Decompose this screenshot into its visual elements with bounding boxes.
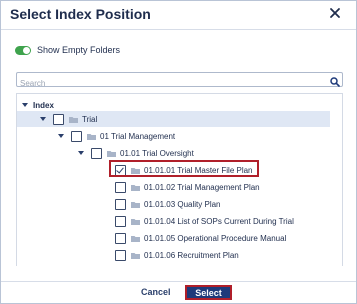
chevron-down-icon[interactable] xyxy=(78,151,84,155)
tree-node-label: 01.01 Trial Oversight xyxy=(120,148,194,158)
show-empty-folders-label: Show Empty Folders xyxy=(37,45,121,55)
folder-icon xyxy=(131,167,140,174)
tree-node-trial-master-file-plan[interactable]: 01.01.01 Trial Master File Plan xyxy=(115,162,253,178)
search-box xyxy=(16,72,343,89)
tree-node-label: 01.01.03 Quality Plan xyxy=(144,199,221,209)
search-icon[interactable] xyxy=(330,74,340,87)
chevron-down-icon[interactable] xyxy=(58,134,64,138)
tree-root-label: Index xyxy=(33,100,54,110)
folder-icon xyxy=(131,252,140,259)
toggle-knob xyxy=(23,46,30,54)
index-tree: Index Trial 01 Trial Management 01.01 Tr… xyxy=(16,93,343,266)
checkbox[interactable] xyxy=(53,113,64,125)
tree-node-quality-plan[interactable]: 01.01.03 Quality Plan xyxy=(115,196,221,212)
cancel-button[interactable]: Cancel xyxy=(141,287,171,297)
tree-node-label: 01.01.01 Trial Master File Plan xyxy=(144,165,253,175)
close-icon[interactable] xyxy=(328,6,342,20)
folder-icon xyxy=(131,218,140,225)
show-empty-folders-toggle[interactable] xyxy=(15,45,31,55)
folder-icon xyxy=(87,133,96,140)
tree-node-trial-management-plan[interactable]: 01.01.02 Trial Management Plan xyxy=(115,179,260,195)
tree-node-trial[interactable]: Trial xyxy=(17,111,330,127)
show-empty-folders-row: Show Empty Folders xyxy=(15,43,120,57)
tree-node-operational-procedure-manual[interactable]: 01.01.05 Operational Procedure Manual xyxy=(115,230,286,246)
tree-node-label: 01.01.02 Trial Management Plan xyxy=(144,182,260,192)
tree-node-trial-management[interactable]: 01 Trial Management xyxy=(58,128,175,144)
tree-node-label: 01.01.04 List of SOPs Current During Tri… xyxy=(144,216,294,226)
dialog-header: Select Index Position xyxy=(1,1,356,30)
chevron-down-icon[interactable] xyxy=(40,117,46,121)
checkbox[interactable] xyxy=(71,130,82,142)
tree-node-recruitment-plan[interactable]: 01.01.06 Recruitment Plan xyxy=(115,247,239,263)
dialog-footer: Cancel Select xyxy=(1,281,356,304)
checkbox[interactable] xyxy=(115,215,126,227)
dialog-title: Select Index Position xyxy=(10,6,151,22)
folder-icon xyxy=(131,201,140,208)
checkbox[interactable] xyxy=(115,198,126,210)
folder-icon xyxy=(131,184,140,191)
checkbox[interactable] xyxy=(115,181,126,193)
checkbox-checked[interactable] xyxy=(115,164,126,176)
tree-node-trial-oversight[interactable]: 01.01 Trial Oversight xyxy=(78,145,194,161)
checkbox[interactable] xyxy=(115,249,126,261)
folder-icon xyxy=(131,235,140,242)
tree-node-list-of-sops[interactable]: 01.01.04 List of SOPs Current During Tri… xyxy=(115,213,294,229)
tree-node-label: 01.01.05 Operational Procedure Manual xyxy=(144,233,287,243)
tree-node-label: 01 Trial Management xyxy=(100,131,176,141)
checkbox[interactable] xyxy=(115,232,126,244)
select-index-dialog: Select Index Position Show Empty Folders… xyxy=(0,0,357,304)
chevron-down-icon[interactable] xyxy=(22,103,28,107)
tree-node-label: 01.01.06 Recruitment Plan xyxy=(144,250,239,260)
search-input[interactable] xyxy=(20,78,320,89)
tree-node-label: Trial xyxy=(82,114,98,124)
select-button[interactable]: Select xyxy=(185,285,232,300)
checkbox[interactable] xyxy=(91,147,102,159)
folder-icon xyxy=(107,150,116,157)
folder-icon xyxy=(69,116,78,123)
